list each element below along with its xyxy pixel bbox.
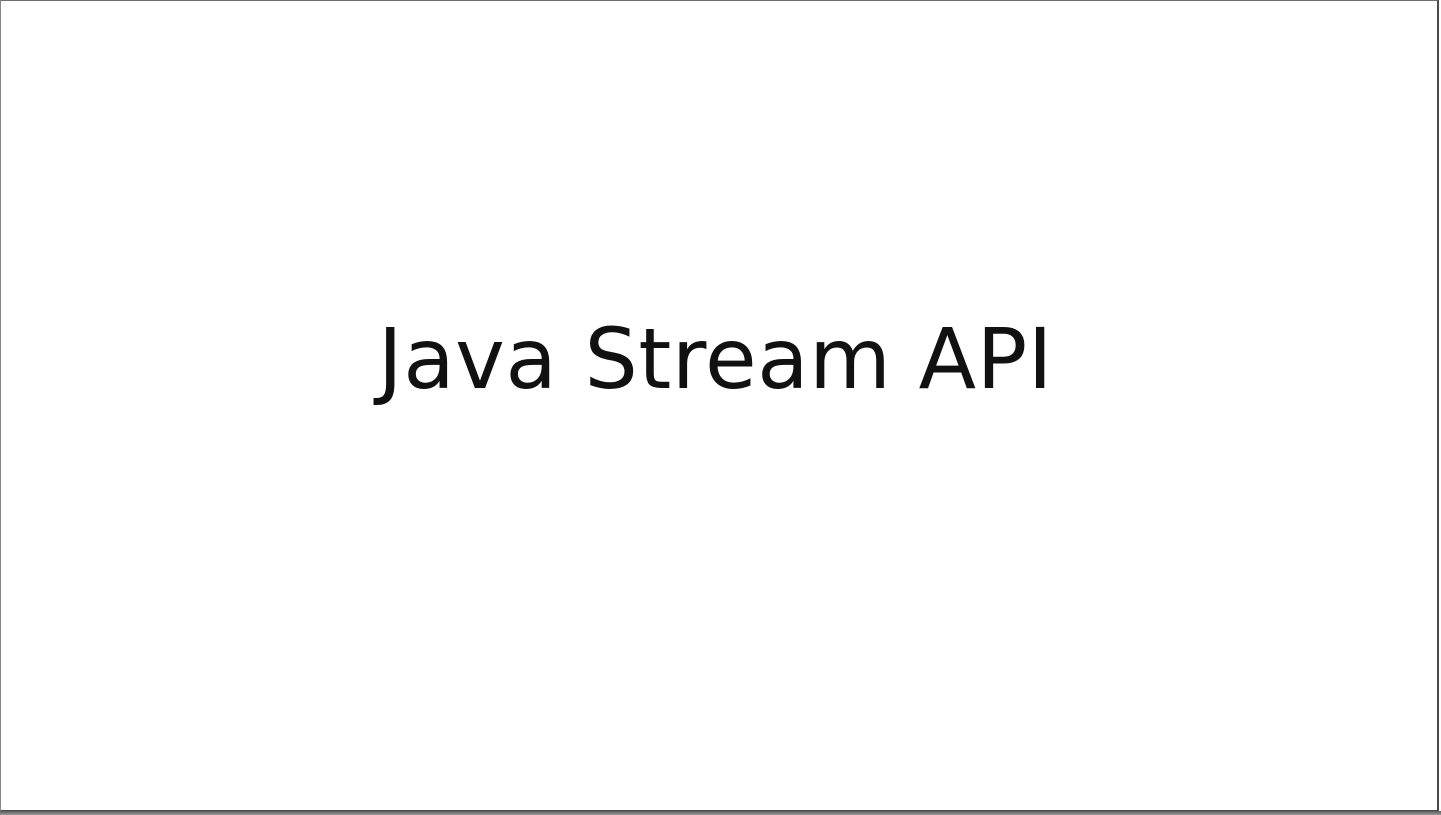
slide-bottom-edge	[0, 811, 1441, 815]
slide-canvas[interactable]: Java Stream API	[0, 0, 1439, 812]
presentation-viewport: Java Stream API	[0, 0, 1441, 815]
slide-title: Java Stream API	[377, 310, 1054, 408]
